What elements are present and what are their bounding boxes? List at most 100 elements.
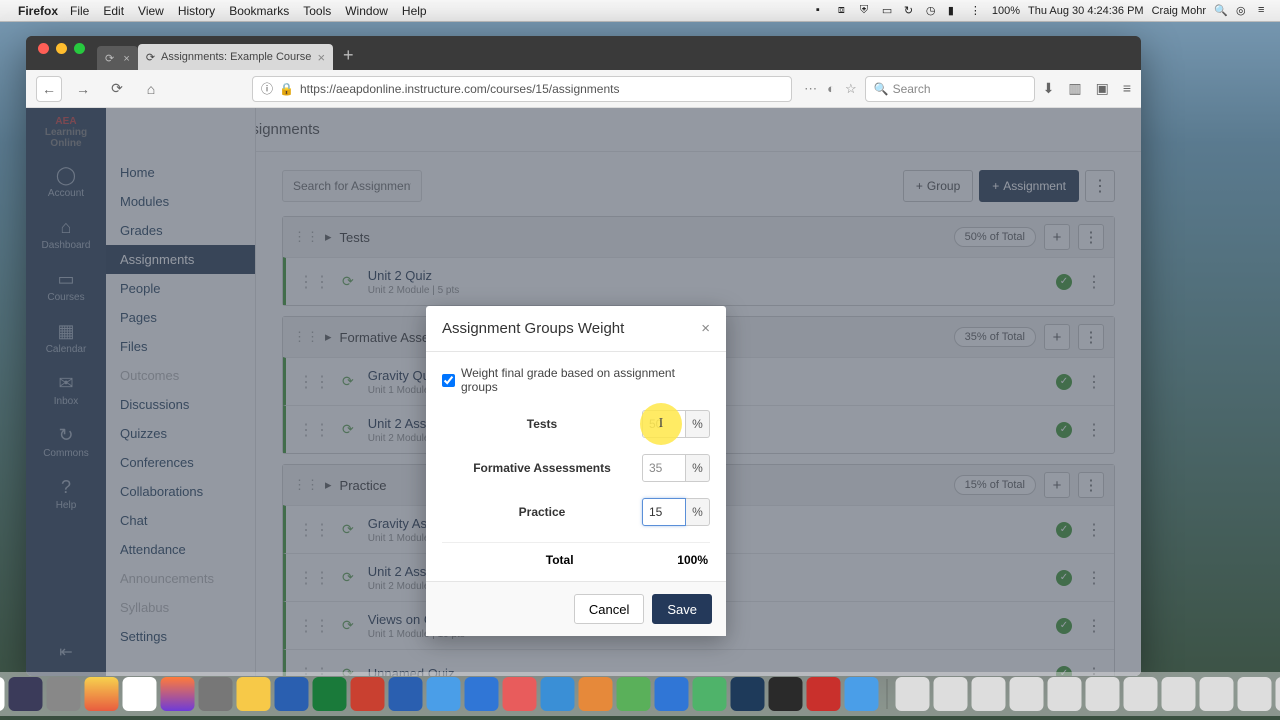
menu-tools[interactable]: Tools [303,4,331,18]
hamburger-icon[interactable]: ≡ [1123,80,1131,97]
app-name[interactable]: Firefox [18,4,58,18]
sidebar-icon[interactable]: ▣ [1096,80,1109,97]
menu-view[interactable]: View [138,4,164,18]
dock-app-icon[interactable] [0,677,5,711]
dock-app-icon[interactable] [123,677,157,711]
total-label: Total [442,553,677,567]
dock-folder-icon[interactable] [896,677,930,711]
dock-app-icon[interactable] [503,677,537,711]
dock-app-icon[interactable] [769,677,803,711]
dock-app-icon[interactable] [9,677,43,711]
weight-label: Formative Assessments [442,461,642,475]
clock-icon[interactable]: ◷ [926,4,940,18]
dock-app-icon[interactable] [427,677,461,711]
firefox-window: ⟳ × ⟳ Assignments: Example Course × + ← … [26,36,1141,676]
reader-icon[interactable]: ◐ [827,81,835,97]
dock-app-icon[interactable] [731,677,765,711]
dock-app-icon[interactable] [617,677,651,711]
search-icon: 🔍 [874,82,889,96]
tab-active[interactable]: ⟳ Assignments: Example Course × [138,44,333,70]
dock-folder-icon[interactable] [1238,677,1272,711]
downloads-icon[interactable]: ⬇ [1043,80,1055,97]
dock-folder-icon[interactable] [1276,677,1280,711]
dock-app-icon[interactable] [579,677,613,711]
url-text: https://aeapdonline.instructure.com/cour… [300,82,620,96]
weight-checkbox-input[interactable] [442,374,455,387]
dock-folder-icon[interactable] [1010,677,1044,711]
dock-app-icon[interactable] [275,677,309,711]
shield-icon[interactable]: ⛨ [860,4,874,18]
weight-input[interactable] [642,498,686,526]
dock-app-icon[interactable] [541,677,575,711]
back-button[interactable]: ← [36,76,62,102]
menu-bookmarks[interactable]: Bookmarks [229,4,289,18]
dock-app-icon[interactable] [85,677,119,711]
window-controls[interactable] [34,43,95,64]
new-tab-button[interactable]: + [333,45,364,70]
tab-bar: ⟳ × ⟳ Assignments: Example Course × + [26,36,1141,70]
weight-checkbox[interactable]: Weight final grade based on assignment g… [442,366,710,394]
weight-input[interactable] [642,454,686,482]
display-icon[interactable]: ▭ [882,4,896,18]
tab-background[interactable]: ⟳ × [97,46,138,70]
menubar-datetime[interactable]: Thu Aug 30 4:24:36 PM [1028,5,1144,17]
dropbox-icon[interactable]: ⧈ [838,4,852,18]
weight-label: Practice [442,505,642,519]
dock-app-icon[interactable] [655,677,689,711]
menu-history[interactable]: History [178,4,215,18]
tab-favicon: ⟳ [146,51,155,64]
tab-close-icon[interactable]: × [317,50,325,65]
dock-folder-icon[interactable] [1200,677,1234,711]
percent-label: % [686,498,710,526]
reload-button[interactable]: ⟳ [104,76,130,102]
dock-app-icon[interactable] [237,677,271,711]
search-field[interactable]: 🔍 Search [865,76,1035,102]
menu-file[interactable]: File [70,4,89,18]
dock-app-icon[interactable] [47,677,81,711]
dock-app-icon[interactable] [693,677,727,711]
menubar-user[interactable]: Craig Mohr [1152,5,1206,17]
menu-edit[interactable]: Edit [103,4,124,18]
wifi-icon[interactable]: ⋮ [970,4,984,18]
dock-folder-icon[interactable] [1086,677,1120,711]
status-icon[interactable]: ▪ [816,4,830,18]
bookmark-icon[interactable]: ☆ [845,81,857,97]
menu-window[interactable]: Window [345,4,388,18]
spotlight-icon[interactable]: 🔍 [1214,4,1228,18]
weight-row: Formative Assessments% [442,454,710,486]
dock-app-icon[interactable] [199,677,233,711]
dock-folder-icon[interactable] [1162,677,1196,711]
dock-folder-icon[interactable] [934,677,968,711]
page-actions-icon[interactable]: ⋯ [804,81,817,97]
dock-app-icon[interactable] [351,677,385,711]
dock-folder-icon[interactable] [1124,677,1158,711]
macos-dock[interactable] [0,672,1280,716]
address-bar: ← → ⟳ ⌂ ⓘ 🔒 https://aeapdonline.instruct… [26,70,1141,108]
sync-icon[interactable]: ↻ [904,4,918,18]
tab-title: Assignments: Example Course [161,51,311,63]
dock-app-icon[interactable] [161,677,195,711]
library-icon[interactable]: ▥ [1068,80,1081,97]
dock-app-icon[interactable] [807,677,841,711]
menu-help[interactable]: Help [402,4,427,18]
forward-button[interactable]: → [70,76,96,102]
info-icon[interactable]: ⓘ [261,80,273,97]
dock-folder-icon[interactable] [1048,677,1082,711]
home-button[interactable]: ⌂ [138,76,164,102]
save-button[interactable]: Save [652,594,712,624]
url-field[interactable]: ⓘ 🔒 https://aeapdonline.instructure.com/… [252,76,792,102]
percent-label: % [686,410,710,438]
modal-close-icon[interactable]: × [701,320,710,337]
dock-app-icon[interactable] [389,677,423,711]
battery-icon[interactable]: ▮ [948,4,962,18]
dock-app-icon[interactable] [845,677,879,711]
weight-input[interactable] [642,410,686,438]
page-viewport: ≡ Example › Assignments AEA Learning Onl… [26,108,1141,676]
weight-row: Practice% [442,498,710,530]
cancel-button[interactable]: Cancel [574,594,644,624]
dock-app-icon[interactable] [313,677,347,711]
notifications-icon[interactable]: ≡ [1258,4,1272,18]
dock-folder-icon[interactable] [972,677,1006,711]
dock-app-icon[interactable] [465,677,499,711]
siri-icon[interactable]: ◎ [1236,4,1250,18]
